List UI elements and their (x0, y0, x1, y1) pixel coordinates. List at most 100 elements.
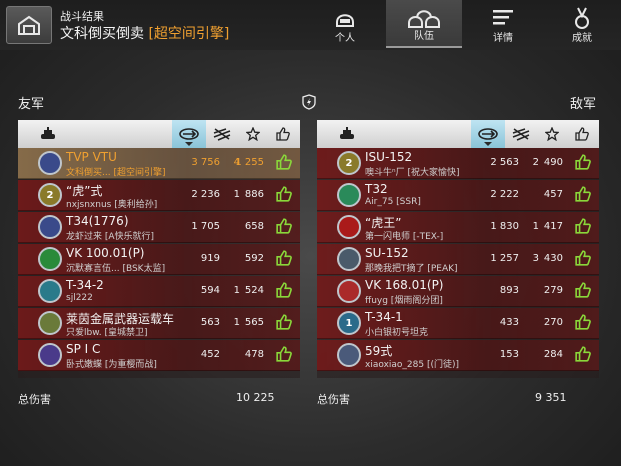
player-name: 龙虾过来 [A快乐就行] (66, 232, 155, 242)
assist-column-header[interactable] (206, 120, 238, 148)
score-value: 478 (244, 349, 264, 360)
allies-label: 友军 (18, 97, 45, 112)
damage-column-header[interactable] (172, 120, 206, 148)
tab-personal[interactable]: 个人 (307, 0, 383, 48)
tab-details[interactable]: 详情 (465, 0, 541, 48)
thumbs-up-icon (276, 282, 292, 298)
thumbs-up-icon (276, 127, 290, 141)
thumbs-up-icon (575, 127, 589, 141)
medal-icon (575, 7, 589, 29)
table-row[interactable]: 莱茵金属武器运载车 只爱lbw. [皇城禁卫] 563 1 565 (18, 308, 300, 339)
table-row[interactable]: T32 Air_75 [SSR] 2 222 457 (317, 180, 599, 211)
table-row[interactable]: T-34-2 sjl222 594 1 524 (18, 276, 300, 307)
score-value: 658 (244, 221, 264, 232)
allies-panel: TVP VTU 文科倒买... [超空间引擎] 3 756 4 1 255 2 “虎”式 nx… (18, 120, 300, 378)
tank-name: T-34-2 (66, 278, 104, 292)
like-button[interactable] (276, 250, 292, 270)
score-value: 565 (244, 317, 264, 328)
tank-class-badge-icon: 1 (337, 311, 361, 335)
score-value: 417 (543, 221, 563, 232)
tab-team[interactable]: 队伍 (386, 0, 462, 48)
table-row[interactable]: 1 T-34-1 小白银初号坦克 433 270 (317, 308, 599, 339)
player-name: 卧式嫩蝶 [为重樱而战] (66, 360, 157, 370)
score-value: 1 255 (235, 157, 264, 168)
player-name: 第一闪电师 [-TEX-] (365, 232, 444, 242)
score-value: 457 (543, 189, 563, 200)
assist-icon (512, 128, 530, 141)
like-button[interactable] (276, 218, 292, 238)
damage-value: 153 (499, 349, 519, 360)
enemies-total-label: 总伤害 (317, 393, 350, 406)
kills-value: 1 (532, 221, 539, 232)
tab-achievements[interactable]: 成就 (544, 0, 620, 48)
likes-column-header[interactable] (268, 120, 298, 148)
thumbs-up-icon (276, 314, 292, 330)
tank-icon (41, 127, 55, 139)
score-value: 524 (244, 285, 264, 296)
table-row[interactable]: VK 168.01(P) ffuyg [烟雨阁分团] 893 279 (317, 276, 599, 307)
battle-result-subtitle: 战斗结果 (60, 10, 104, 23)
tank-column-header[interactable] (30, 120, 66, 148)
score-value: 490 (543, 157, 563, 168)
thumbs-up-icon (575, 250, 591, 266)
damage-value: 1 257 (490, 253, 519, 264)
likes-column-header[interactable] (567, 120, 597, 148)
tank-class-badge-icon (337, 183, 361, 207)
kills-value: 2 (532, 157, 539, 168)
home-button[interactable] (6, 6, 52, 44)
like-button[interactable] (276, 346, 292, 366)
damage-value: 3 756 (191, 157, 220, 168)
kills-value: 1 (233, 285, 240, 296)
like-button[interactable] (276, 186, 292, 206)
tank-class-badge-icon (337, 215, 361, 239)
garage-icon (18, 15, 40, 35)
player-name: nxjsnxnus [奥利给孙] (66, 200, 158, 210)
damage-value: 2 222 (490, 189, 519, 200)
like-button[interactable] (575, 250, 591, 270)
table-row[interactable]: 2 ISU-152 噢斗牛ⁿ厂 [祝大家愉快] 2 563 2 490 (317, 148, 599, 179)
tank-class-badge-icon (38, 151, 62, 175)
like-button[interactable] (575, 186, 591, 206)
tank-name: SU-152 (365, 246, 409, 260)
damage-value: 433 (499, 317, 519, 328)
battle-mode-icon (302, 94, 316, 114)
table-row[interactable]: T34(1776) 龙虾过来 [A快乐就行] 1 705 658 (18, 212, 300, 243)
tank-column-header[interactable] (329, 120, 365, 148)
score-value: 279 (543, 285, 563, 296)
tank-class-badge-icon: 2 (337, 151, 361, 175)
score-value: 886 (244, 189, 264, 200)
like-button[interactable] (276, 314, 292, 334)
tank-name: VK 100.01(P) (66, 246, 145, 260)
enemies-total-damage: 9 351 (535, 391, 567, 404)
like-button[interactable] (575, 218, 591, 238)
thumbs-up-icon (276, 250, 292, 266)
table-row[interactable]: VK 100.01(P) 沉默寡言伍... [BSK太监] 919 592 (18, 244, 300, 275)
tank-class-badge-icon (337, 247, 361, 271)
damage-value: 563 (200, 317, 220, 328)
tank-name: ISU-152 (365, 150, 413, 164)
table-row[interactable]: 59式 xiaoxiao_285 [(门徒)] 153 284 (317, 340, 599, 371)
damage-value: 1 705 (191, 221, 220, 232)
thumbs-up-icon (575, 218, 591, 234)
table-row[interactable]: “虎王” 第一闪电师 [-TEX-] 1 830 1 417 (317, 212, 599, 243)
damage-column-header[interactable] (471, 120, 505, 148)
like-button[interactable] (276, 154, 292, 174)
damage-value: 1 830 (490, 221, 519, 232)
table-row[interactable]: SP I C 卧式嫩蝶 [为重樱而战] 452 478 (18, 340, 300, 371)
like-button[interactable] (575, 346, 591, 366)
score-column-header[interactable] (238, 120, 268, 148)
assist-column-header[interactable] (505, 120, 537, 148)
like-button[interactable] (575, 282, 591, 302)
like-button[interactable] (575, 154, 591, 174)
tank-name: T34(1776) (66, 214, 129, 228)
table-row[interactable]: SU-152 那晚我把T摘了 [PEAK] 1 257 3 430 (317, 244, 599, 275)
enemies-label: 敌军 (570, 97, 597, 112)
table-row[interactable]: 2 “虎”式 nxjsnxnus [奥利给孙] 2 236 1 886 (18, 180, 300, 211)
kills-value: 1 (233, 317, 240, 328)
score-column-header[interactable] (537, 120, 567, 148)
like-button[interactable] (575, 314, 591, 334)
thumbs-up-icon (276, 218, 292, 234)
like-button[interactable] (276, 282, 292, 302)
score-value: 592 (244, 253, 264, 264)
table-row[interactable]: TVP VTU 文科倒买... [超空间引擎] 3 756 4 1 255 (18, 148, 300, 179)
